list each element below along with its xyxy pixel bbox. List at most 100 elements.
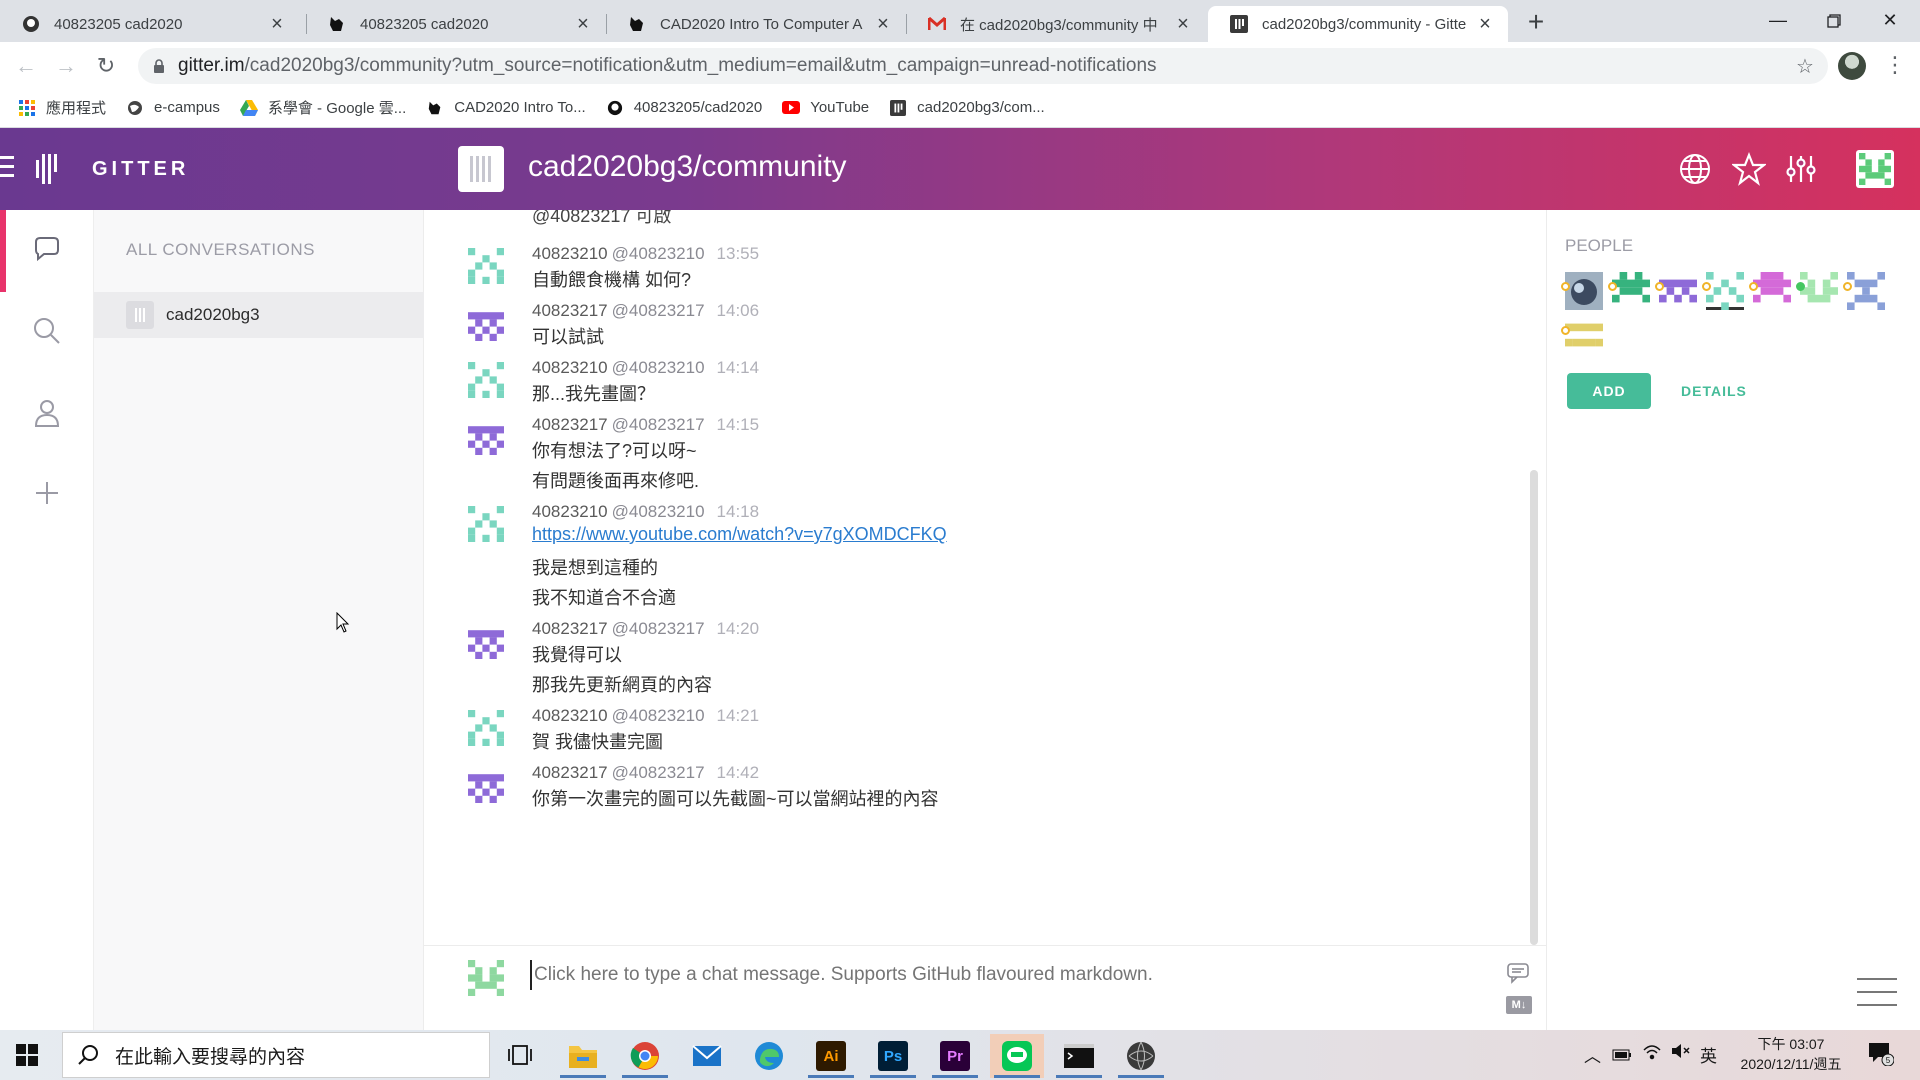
edge-app[interactable] bbox=[742, 1034, 796, 1078]
message-link[interactable]: https://www.youtube.com/watch?v=y7gXOMDC… bbox=[532, 524, 947, 545]
browser-menu-icon[interactable]: ⋮ bbox=[1880, 50, 1910, 80]
close-tab-icon[interactable]: × bbox=[266, 13, 288, 36]
person-avatar[interactable] bbox=[1843, 272, 1885, 310]
task-view-icon[interactable] bbox=[508, 1044, 532, 1066]
globe-icon[interactable] bbox=[1678, 152, 1712, 186]
browser-tab[interactable]: 40823205 cad2020 × bbox=[0, 6, 300, 42]
windows-start-icon[interactable] bbox=[16, 1044, 38, 1066]
compose-mode-icon[interactable] bbox=[1506, 962, 1532, 984]
gitter-brand[interactable]: GITTER bbox=[92, 158, 189, 181]
message-handle[interactable]: @40823210 bbox=[612, 502, 705, 521]
terminal-app[interactable] bbox=[1052, 1034, 1106, 1078]
bookmark-gitter[interactable]: cad2020bg3/com... bbox=[889, 99, 1045, 117]
notification-center-icon[interactable]: 5 bbox=[1868, 1042, 1895, 1067]
browser-tab[interactable]: 40823205 cad2020 × bbox=[306, 6, 606, 42]
message-avatar[interactable] bbox=[468, 623, 504, 659]
search-icon[interactable] bbox=[32, 316, 62, 346]
plus-icon[interactable] bbox=[32, 478, 62, 508]
message-avatar[interactable] bbox=[468, 767, 504, 803]
message-handle[interactable]: @40823217 bbox=[612, 619, 705, 638]
people-icon[interactable] bbox=[32, 398, 62, 428]
new-tab-button[interactable]: + bbox=[1520, 6, 1552, 38]
chrome-app[interactable] bbox=[618, 1034, 672, 1078]
person-avatar[interactable] bbox=[1702, 272, 1744, 310]
message-avatar[interactable] bbox=[468, 305, 504, 341]
chat-scrollbar[interactable] bbox=[1530, 470, 1538, 945]
message-time[interactable]: 14:14 bbox=[717, 358, 760, 377]
photoshop-app[interactable]: Ps bbox=[866, 1034, 920, 1078]
details-button[interactable]: DETAILS bbox=[1681, 373, 1747, 409]
message-handle[interactable]: @40823217 bbox=[612, 415, 705, 434]
close-window-icon[interactable]: ✕ bbox=[1862, 0, 1918, 42]
message-username[interactable]: 40823210 bbox=[532, 706, 608, 725]
message-time[interactable]: 13:55 bbox=[717, 244, 760, 263]
bookmark-github[interactable]: 40823205/cad2020 bbox=[606, 99, 762, 117]
taskbar-search-box[interactable]: 在此輸入要搜尋的內容 bbox=[62, 1032, 490, 1078]
message-time[interactable]: 14:20 bbox=[717, 619, 760, 638]
person-avatar[interactable] bbox=[1561, 316, 1603, 354]
message-avatar[interactable] bbox=[468, 419, 504, 455]
address-bar[interactable]: gitter.im/cad2020bg3/community?utm_sourc… bbox=[138, 48, 1828, 84]
minimize-window-icon[interactable]: — bbox=[1750, 0, 1806, 42]
close-tab-icon[interactable]: × bbox=[1172, 13, 1194, 36]
message-username[interactable]: 40823210 bbox=[532, 502, 608, 521]
message-username[interactable]: 40823217 bbox=[532, 415, 608, 434]
sphere-app[interactable] bbox=[1114, 1034, 1168, 1078]
person-avatar[interactable] bbox=[1561, 272, 1603, 310]
bookmark-apps[interactable]: 應用程式 bbox=[18, 97, 106, 118]
close-tab-icon[interactable]: × bbox=[1474, 13, 1496, 36]
message-handle[interactable]: @40823217 bbox=[612, 301, 705, 320]
line-app[interactable] bbox=[990, 1034, 1044, 1078]
bookmark-google-drive[interactable]: 系學會 - Google 雲... bbox=[239, 97, 406, 118]
markdown-icon[interactable]: M↓ bbox=[1506, 996, 1532, 1014]
message-avatar[interactable] bbox=[468, 710, 504, 746]
volume-muted-icon[interactable] bbox=[1670, 1042, 1690, 1065]
conversations-icon[interactable] bbox=[32, 234, 62, 264]
bookmark-star-icon[interactable]: ☆ bbox=[1790, 54, 1820, 79]
browser-tab[interactable]: CAD2020 Intro To Computer A × bbox=[606, 6, 906, 42]
profile-avatar[interactable] bbox=[1838, 52, 1866, 80]
taskbar-clock[interactable]: 下午 03:07 2020/12/11/週五 bbox=[1726, 1034, 1856, 1074]
browser-tab-active[interactable]: cad2020bg3/community - Gitte × bbox=[1208, 6, 1508, 42]
person-avatar[interactable] bbox=[1749, 272, 1791, 310]
person-avatar[interactable] bbox=[1796, 272, 1838, 310]
bookmark-ecampus[interactable]: e-campus bbox=[126, 99, 220, 117]
tray-chevron-up-icon[interactable]: ︿ bbox=[1584, 1042, 1601, 1067]
message-username[interactable]: 40823217 bbox=[532, 301, 608, 320]
close-tab-icon[interactable]: × bbox=[572, 13, 594, 36]
hamburger-menu-icon[interactable] bbox=[0, 156, 16, 183]
battery-icon[interactable] bbox=[1612, 1046, 1632, 1066]
forward-arrow-icon[interactable]: → bbox=[50, 50, 82, 82]
message-username[interactable]: 40823210 bbox=[532, 358, 608, 377]
message-handle[interactable]: @40823210 bbox=[612, 358, 705, 377]
back-arrow-icon[interactable]: ← bbox=[10, 50, 42, 82]
bookmark-youtube[interactable]: YouTube bbox=[782, 99, 869, 117]
message-avatar[interactable] bbox=[468, 362, 504, 398]
message-handle[interactable]: @40823210 bbox=[612, 706, 705, 725]
message-time[interactable]: 14:21 bbox=[717, 706, 760, 725]
message-username[interactable]: 40823217 bbox=[532, 619, 608, 638]
user-avatar[interactable] bbox=[1856, 150, 1894, 188]
message-handle[interactable]: @40823210 bbox=[612, 244, 705, 263]
add-people-button[interactable]: ADD bbox=[1567, 373, 1651, 409]
message-time[interactable]: 14:18 bbox=[717, 502, 760, 521]
message-handle[interactable]: @40823217 bbox=[612, 763, 705, 782]
person-avatar[interactable] bbox=[1655, 272, 1697, 310]
file-explorer-app[interactable] bbox=[556, 1034, 610, 1078]
message-time[interactable]: 14:42 bbox=[717, 763, 760, 782]
mail-app[interactable] bbox=[680, 1034, 734, 1078]
conversation-item[interactable]: cad2020bg3 bbox=[94, 292, 424, 338]
ime-indicator[interactable]: 英 bbox=[1700, 1042, 1717, 1067]
close-tab-icon[interactable]: × bbox=[872, 13, 894, 36]
gitter-logo-icon[interactable] bbox=[36, 154, 58, 184]
message-username[interactable]: 40823210 bbox=[532, 244, 608, 263]
wifi-icon[interactable] bbox=[1642, 1042, 1662, 1065]
message-username[interactable]: 40823217 bbox=[532, 763, 608, 782]
bookmark-cad2020[interactable]: CAD2020 Intro To... bbox=[426, 99, 586, 117]
message-time[interactable]: 14:15 bbox=[717, 415, 760, 434]
message-time[interactable]: 14:06 bbox=[717, 301, 760, 320]
restore-window-icon[interactable] bbox=[1806, 0, 1862, 42]
message-avatar[interactable] bbox=[468, 506, 504, 542]
toolbar-menu-icon[interactable] bbox=[1857, 978, 1897, 1017]
reload-icon[interactable]: ↻ bbox=[90, 50, 122, 82]
